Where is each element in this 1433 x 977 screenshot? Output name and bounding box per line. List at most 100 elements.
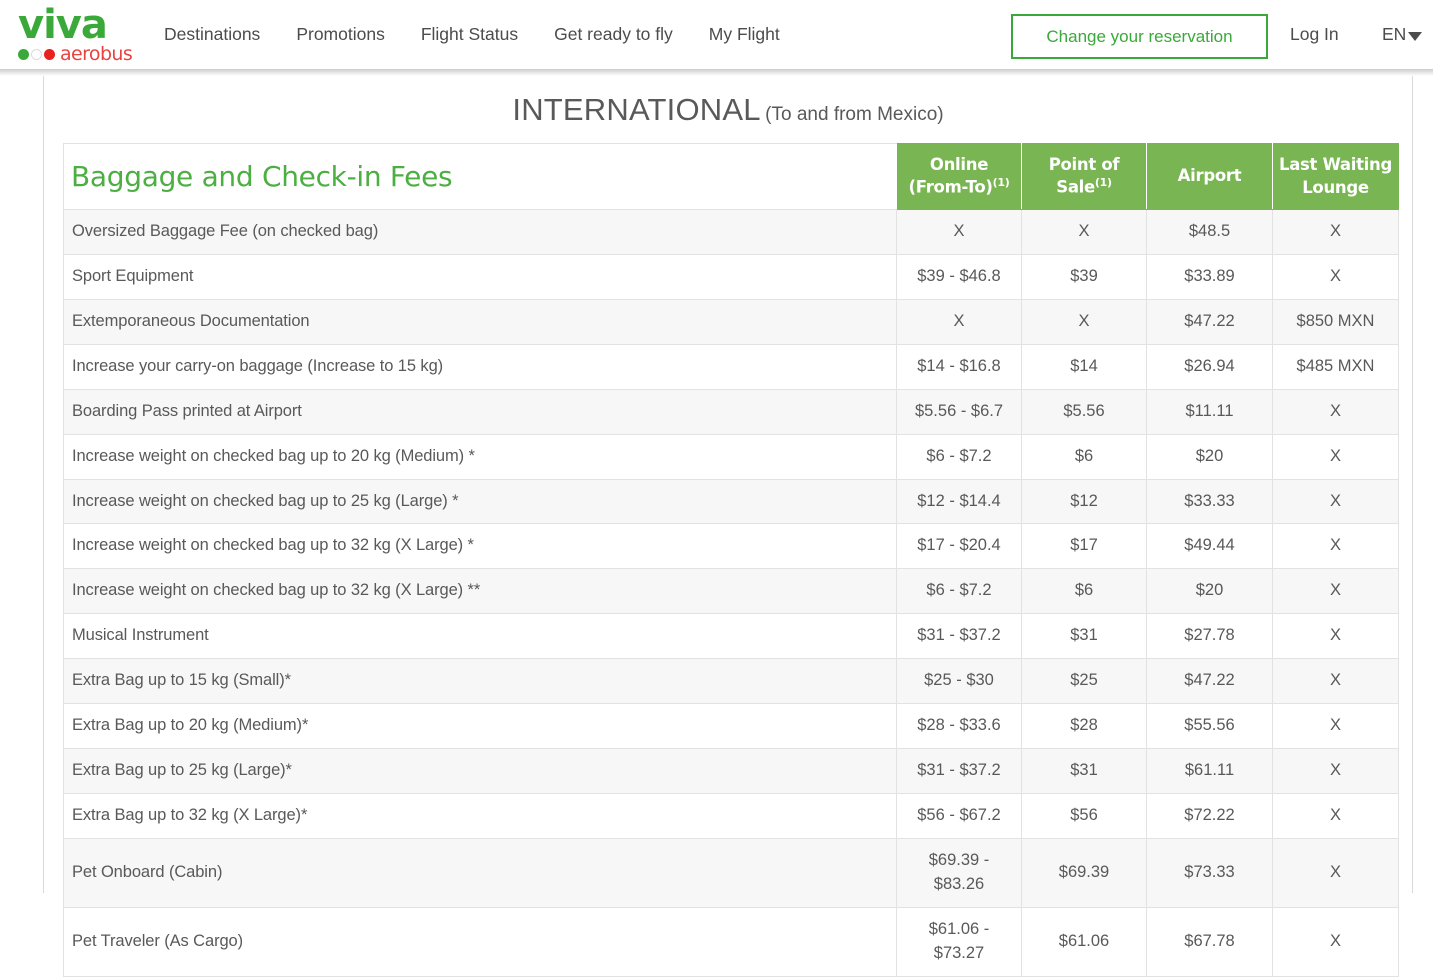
fee-last-waiting-lounge: X [1272, 906, 1399, 977]
nav-my-flight[interactable]: My Flight [691, 24, 798, 45]
table-row: Sport Equipment $39 - $46.8 $39 $33.89 X [63, 253, 1399, 300]
fee-online: $56 - $67.2 [896, 792, 1022, 839]
table-header-row: Baggage and Check-in Fees Online (From-T… [63, 143, 1399, 210]
fee-point-of-sale: $5.56 [1021, 388, 1147, 435]
fee-airport: $61.11 [1146, 748, 1273, 794]
fee-last-waiting-lounge: X [1272, 523, 1399, 570]
table-row: Extemporaneous Documentation X X $47.22 $850… [63, 298, 1399, 345]
fee-last-waiting-lounge: X [1272, 748, 1399, 794]
fee-last-waiting-lounge: X [1272, 478, 1399, 525]
fee-online: X [896, 209, 1022, 255]
baggage-and-checkin-fees-table: Baggage and Check-in Fees Online (From-T… [63, 143, 1399, 977]
fee-label: Oversized Baggage Fee (on checked bag) [63, 209, 897, 255]
fee-label: Increase your carry-on baggage (Increase… [63, 343, 897, 390]
table-row: Oversized Baggage Fee (on checked bag) X X… [63, 209, 1399, 255]
table-row: Extra Bag up to 25 kg (Large)* $31 - $37.… [63, 748, 1399, 794]
site-header: viva aerobus Destinations Promotions Fli… [0, 0, 1433, 69]
fee-last-waiting-lounge: X [1272, 388, 1399, 435]
viva-aerobus-logo[interactable]: viva aerobus [18, 2, 143, 65]
column-header-lounge-line1: Last Waiting [1278, 155, 1392, 175]
chevron-down-icon [1408, 31, 1423, 41]
table-row: Extra Bag up to 32 kg (X Large)* $56 - $6… [63, 792, 1399, 839]
fee-label: Pet Traveler (As Cargo) [63, 906, 897, 977]
fee-point-of-sale: X [1021, 209, 1147, 255]
fee-airport: $33.89 [1146, 253, 1273, 300]
fee-point-of-sale: $17 [1021, 523, 1147, 570]
logo-dot-green-icon [18, 48, 29, 60]
table-caption: Baggage and Check-in Fees [71, 160, 453, 193]
fee-point-of-sale: $14 [1021, 343, 1147, 390]
login-link[interactable]: Log In [1290, 0, 1339, 69]
fee-online: $31 - $37.2 [896, 613, 1022, 660]
fee-online: $17 - $20.4 [896, 523, 1022, 570]
fee-label: Extra Bag up to 15 kg (Small)* [63, 658, 897, 705]
change-reservation-button[interactable]: Change your reservation [1011, 14, 1268, 59]
main-navigation: Destinations Promotions Flight Status Ge… [164, 0, 798, 69]
fee-label: Increase weight on checked bag up to 32 … [63, 523, 897, 570]
column-header-point-of-sale: Point of Sale(1) [1021, 143, 1147, 210]
fee-online: $6 - $7.2 [896, 433, 1022, 480]
content-rail-right [1412, 76, 1413, 893]
column-header-lounge-line2: Lounge [1302, 177, 1369, 197]
logo-aerobus-text: aerobus [60, 42, 133, 65]
table-row: Pet Onboard (Cabin) $69.39 - $83.26 $69.39… [63, 837, 1399, 908]
fees-table-container: Baggage and Check-in Fees Online (From-T… [63, 143, 1399, 977]
fee-label: Musical Instrument [63, 613, 897, 660]
column-header-last-waiting-lounge: Last Waiting Lounge [1272, 143, 1399, 210]
fee-airport: $72.22 [1146, 792, 1273, 839]
fee-label: Increase weight on checked bag up to 20 … [63, 433, 897, 480]
table-row: Increase weight on checked bag up to 32 … [63, 568, 1399, 615]
fee-point-of-sale: $25 [1021, 658, 1147, 705]
table-row: Extra Bag up to 20 kg (Medium)* $28 - $33… [63, 703, 1399, 750]
fee-last-waiting-lounge: X [1272, 568, 1399, 615]
fee-point-of-sale: $12 [1021, 478, 1147, 525]
page-title: INTERNATIONAL (To and from Mexico) [44, 92, 1412, 128]
fee-airport: $26.94 [1146, 343, 1273, 390]
fee-last-waiting-lounge: X [1272, 613, 1399, 660]
fee-airport: $27.78 [1146, 613, 1273, 660]
fee-point-of-sale: $6 [1021, 433, 1147, 480]
fee-last-waiting-lounge: X [1272, 209, 1399, 255]
fee-label: Extemporaneous Documentation [63, 298, 897, 345]
nav-get-ready-to-fly[interactable]: Get ready to fly [536, 24, 691, 45]
fee-online: $31 - $37.2 [896, 748, 1022, 794]
fee-last-waiting-lounge: X [1272, 433, 1399, 480]
fee-online: $39 - $46.8 [896, 253, 1022, 300]
fee-point-of-sale: $69.39 [1021, 837, 1147, 908]
fee-online: $28 - $33.6 [896, 703, 1022, 750]
fee-airport: $20 [1146, 568, 1273, 615]
language-selector[interactable]: EN [1382, 0, 1423, 69]
fee-point-of-sale: $31 [1021, 613, 1147, 660]
fee-label: Boarding Pass printed at Airport [63, 388, 897, 435]
table-body: Oversized Baggage Fee (on checked bag) X X… [63, 209, 1399, 977]
fee-online: $6 - $7.2 [896, 568, 1022, 615]
fee-label: Pet Onboard (Cabin) [63, 837, 897, 908]
logo-dot-red-icon [44, 48, 55, 60]
fee-point-of-sale: $56 [1021, 792, 1147, 839]
fee-online: X [896, 298, 1022, 345]
fee-airport: $11.11 [1146, 388, 1273, 435]
fee-online: $14 - $16.8 [896, 343, 1022, 390]
nav-promotions[interactable]: Promotions [278, 24, 403, 45]
column-header-online-line2: (From-To) [908, 177, 993, 197]
fee-point-of-sale: $6 [1021, 568, 1147, 615]
fee-airport: $47.22 [1146, 658, 1273, 705]
table-row: Extra Bag up to 15 kg (Small)* $25 - $30 $… [63, 658, 1399, 705]
fee-point-of-sale: $31 [1021, 748, 1147, 794]
fee-label: Increase weight on checked bag up to 25 … [63, 478, 897, 525]
page-title-main: INTERNATIONAL [512, 92, 761, 127]
nav-destinations[interactable]: Destinations [164, 24, 278, 45]
table-row: Increase weight on checked bag up to 20 … [63, 433, 1399, 480]
fee-online: $61.06 - $73.27 [896, 906, 1022, 977]
fee-label: Extra Bag up to 20 kg (Medium)* [63, 703, 897, 750]
nav-flight-status[interactable]: Flight Status [403, 24, 536, 45]
table-row: Increase weight on checked bag up to 32 … [63, 523, 1399, 570]
fee-airport: $73.33 [1146, 837, 1273, 908]
logo-dot-white-icon [31, 48, 42, 60]
table-row: Boarding Pass printed at Airport $5.56 - … [63, 388, 1399, 435]
fee-online: $25 - $30 [896, 658, 1022, 705]
logo-wordmark: viva [18, 2, 108, 48]
fee-airport: $33.33 [1146, 478, 1273, 525]
fee-last-waiting-lounge: X [1272, 837, 1399, 908]
fee-label: Extra Bag up to 32 kg (X Large)* [63, 792, 897, 839]
